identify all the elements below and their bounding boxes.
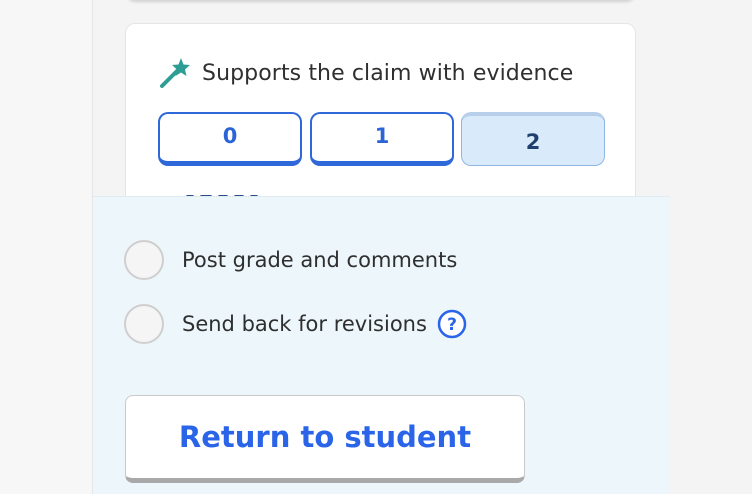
help-icon-glyph: ? <box>447 315 457 335</box>
send-back-label: Send back for revisions <box>182 312 427 336</box>
return-to-student-button[interactable]: Return to student <box>125 395 525 483</box>
left-sidebar-edge <box>0 0 93 494</box>
send-back-option[interactable]: Send back for revisions ? <box>124 304 467 344</box>
post-grade-label: Post grade and comments <box>182 248 458 272</box>
help-icon[interactable]: ? <box>437 309 467 339</box>
magic-wand-icon <box>158 56 192 90</box>
post-grade-radio[interactable] <box>124 240 164 280</box>
post-grade-option[interactable]: Post grade and comments <box>124 240 457 280</box>
score-button-1[interactable]: 1 <box>310 112 454 166</box>
criterion-card: Supports the claim with evidence 0 1 2 <box>125 23 636 223</box>
score-button-2[interactable]: 2 <box>461 112 605 166</box>
score-button-0[interactable]: 0 <box>158 112 302 166</box>
send-back-radio[interactable] <box>124 304 164 344</box>
action-panel: Post grade and comments Send back for re… <box>93 196 670 494</box>
right-background <box>670 196 752 494</box>
criterion-title: Supports the claim with evidence <box>202 60 574 86</box>
criterion-header: Supports the claim with evidence <box>158 56 573 90</box>
